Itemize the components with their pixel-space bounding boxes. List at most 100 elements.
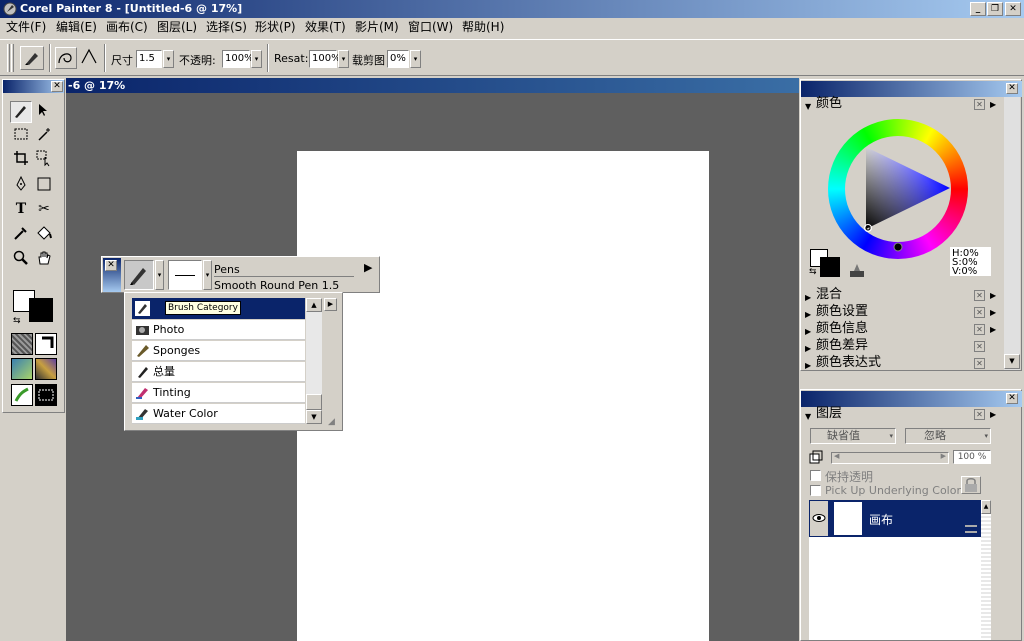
brush-tool-icon[interactable] [20, 46, 44, 70]
section-close-icon[interactable]: ✕ [974, 341, 985, 352]
section-close-icon[interactable]: ✕ [974, 290, 985, 301]
list-item[interactable]: Tinting [132, 383, 305, 403]
close-button[interactable]: ✕ [1005, 2, 1021, 16]
size-dropdown-arrow[interactable]: ▾ [163, 50, 174, 68]
look-selector-icon[interactable] [35, 384, 57, 406]
saturation-value-triangle[interactable] [828, 119, 968, 259]
list-menu-arrow-icon[interactable]: ▶ [324, 298, 337, 311]
mixer-section-header[interactable]: ▶ 混合 [804, 287, 999, 303]
section-menu-arrow-icon[interactable]: ▶ [990, 308, 996, 317]
opacity-input[interactable]: 100% [222, 50, 254, 68]
color-sets-section-header[interactable]: ▶ 颜色设置 [804, 304, 999, 320]
brush-variant-dropdown-arrow[interactable]: ▾ [203, 260, 212, 290]
menu-window[interactable]: 窗口(W) [408, 20, 453, 35]
grabber-hand-icon[interactable] [33, 249, 55, 271]
resat-input[interactable]: 100% [309, 50, 341, 68]
section-close-icon[interactable]: ✕ [974, 409, 985, 420]
rectangular-selection-icon[interactable] [10, 125, 32, 147]
pen-shape-icon[interactable] [10, 175, 32, 197]
freehand-stroke-icon[interactable] [55, 47, 77, 69]
restore-button[interactable]: ❐ [987, 2, 1003, 16]
layers-panel-close-icon[interactable]: ✕ [1006, 393, 1018, 404]
color-expression-section-header[interactable]: ▶ 颜色表达式 [804, 355, 999, 371]
rectangle-shape-icon[interactable] [33, 175, 55, 197]
weaving-selector-icon[interactable] [35, 358, 57, 380]
straight-line-stroke-icon[interactable] [79, 47, 101, 69]
section-close-icon[interactable]: ✕ [974, 307, 985, 318]
list-item-selected[interactable]: Brush Category [132, 298, 305, 319]
scissors-icon[interactable]: ✂ [33, 199, 55, 221]
menu-file[interactable]: 文件(F) [6, 20, 46, 35]
list-item[interactable]: Sponges [132, 341, 305, 361]
layers-panel-title-bar[interactable] [801, 391, 1022, 407]
bleed-dropdown-arrow[interactable]: ▾ [410, 50, 421, 68]
list-item[interactable]: 总量 [132, 362, 305, 382]
toolbox-close-icon[interactable]: ✕ [51, 81, 63, 92]
list-item[interactable]: Water Color [132, 404, 305, 424]
visibility-eye-icon[interactable] [810, 501, 828, 536]
composite-method-select[interactable]: 缺省值 ▾ [810, 428, 896, 444]
brush-tool-icon[interactable] [10, 101, 32, 123]
magnifier-icon[interactable] [10, 249, 32, 271]
nozzle-selector-icon[interactable] [11, 384, 33, 406]
menu-layers[interactable]: 图层(L) [157, 20, 197, 35]
color-panel-title-bar[interactable] [801, 81, 1022, 97]
brush-menu-arrow-icon[interactable]: ▶ [364, 261, 372, 274]
dropper-icon[interactable] [10, 224, 32, 246]
primary-color-swatch[interactable] [29, 298, 53, 322]
layers-section-header[interactable]: ▼ 图层 [804, 406, 999, 422]
menu-edit[interactable]: 编辑(E) [56, 20, 97, 35]
pattern-selector-icon[interactable] [11, 358, 33, 380]
brush-category-icon[interactable] [124, 260, 154, 290]
section-close-icon[interactable]: ✕ [974, 324, 985, 335]
section-menu-arrow-icon[interactable]: ▶ [990, 100, 996, 109]
primary-color-swatch[interactable] [820, 257, 840, 277]
opacity-slider[interactable]: ◀ ▶ [831, 452, 949, 464]
menu-select[interactable]: 选择(S) [206, 20, 247, 35]
color-panel-scrollbar[interactable]: ▼ [1004, 97, 1020, 370]
section-menu-arrow-icon[interactable]: ▶ [990, 325, 996, 334]
magic-wand-icon[interactable] [33, 125, 55, 147]
toolbar-grip[interactable] [11, 44, 14, 72]
section-menu-arrow-icon[interactable]: ▶ [990, 410, 996, 419]
brush-category-dropdown-arrow[interactable]: ▾ [155, 260, 164, 290]
drawing-canvas[interactable] [297, 151, 709, 641]
section-close-icon[interactable]: ✕ [974, 99, 985, 110]
crop-icon[interactable] [10, 149, 32, 171]
text-tool-icon[interactable]: T [10, 199, 32, 221]
swap-colors-icon[interactable]: ⇆ [13, 316, 21, 326]
section-menu-arrow-icon[interactable]: ▶ [990, 291, 996, 300]
section-close-icon[interactable]: ✕ [974, 358, 985, 369]
menu-canvas[interactable]: 画布(C) [106, 20, 148, 35]
opacity-value-field[interactable]: 100 % [953, 450, 991, 464]
menu-shapes[interactable]: 形状(P) [255, 20, 296, 35]
list-item[interactable]: Photo [132, 320, 305, 340]
preserve-transparency-checkbox[interactable] [810, 470, 821, 481]
brush-variant-preview[interactable] [168, 260, 202, 290]
paint-bucket-icon[interactable] [33, 224, 55, 246]
layer-adjuster-icon[interactable] [33, 101, 55, 123]
swap-colors-icon[interactable]: ⇆ [809, 267, 817, 277]
list-scrollbar[interactable]: ▲ ▼ [306, 298, 322, 424]
color-panel-close-icon[interactable]: ✕ [1006, 83, 1018, 94]
color-info-section-header[interactable]: ▶ 颜色信息 [804, 321, 999, 337]
gradient-selector-icon[interactable] [35, 333, 57, 355]
layer-row[interactable]: 画布 [809, 500, 981, 537]
color-variability-section-header[interactable]: ▶ 颜色差异 [804, 338, 999, 354]
lock-layer-icon[interactable] [961, 476, 981, 494]
menu-movie[interactable]: 影片(M) [355, 20, 399, 35]
opacity-dropdown-arrow[interactable]: ▾ [251, 50, 262, 68]
brush-selector-close-icon[interactable]: ✕ [105, 260, 117, 271]
clone-color-icon[interactable] [848, 261, 866, 279]
paper-selector-icon[interactable] [11, 333, 33, 355]
resat-dropdown-arrow[interactable]: ▾ [338, 50, 349, 68]
size-input[interactable]: 1.5 [136, 50, 162, 68]
bleed-input[interactable]: 0% [387, 50, 409, 68]
layers-scrollbar[interactable]: ▲ [981, 500, 991, 640]
minimize-button[interactable]: _ [970, 2, 986, 16]
resize-grip-icon[interactable]: ◢ [328, 417, 335, 427]
layer-menu-icon[interactable] [965, 525, 977, 533]
color-section-header[interactable]: ▼ 颜色 [804, 96, 999, 112]
selection-adjuster-icon[interactable] [33, 149, 55, 171]
toolbar-grip[interactable] [7, 44, 10, 72]
